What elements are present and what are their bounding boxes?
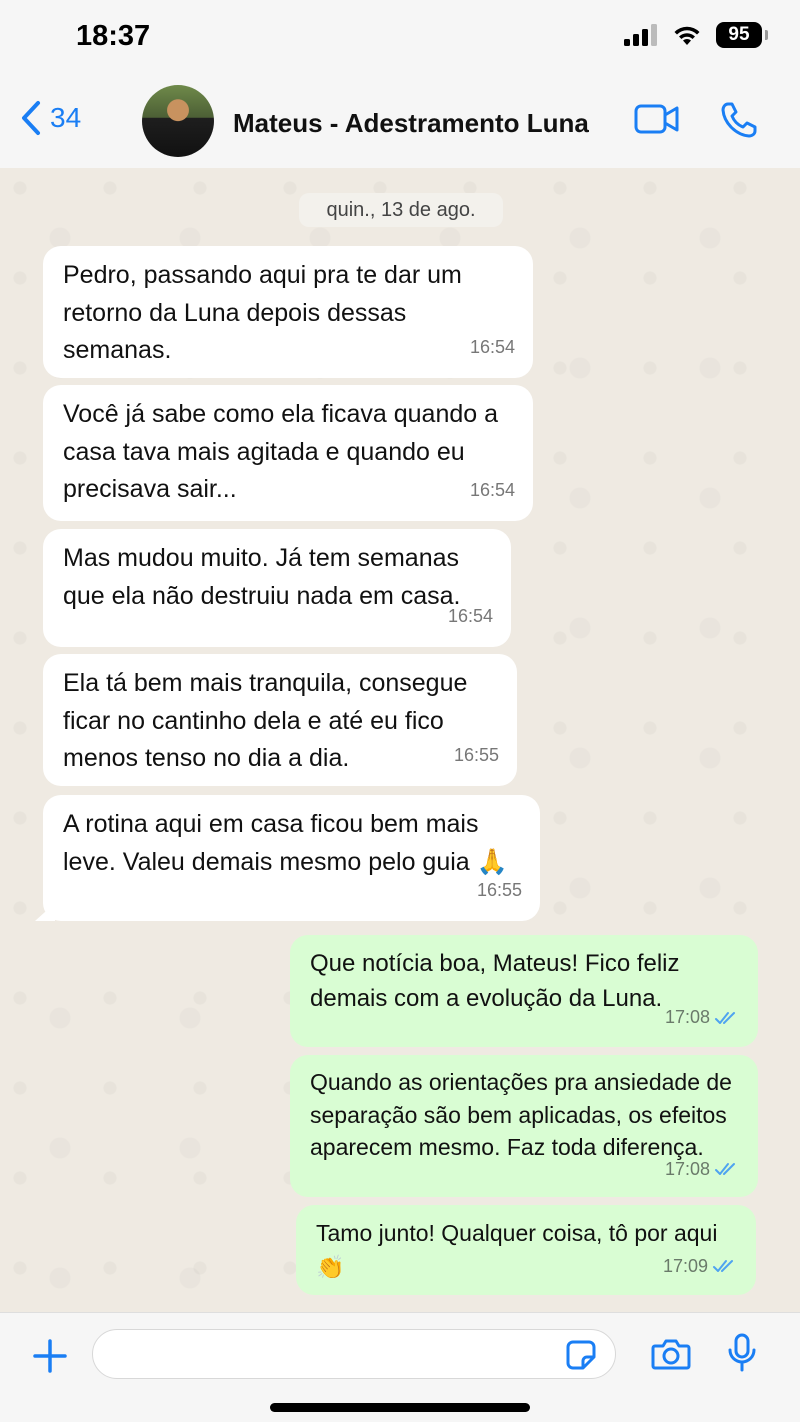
incoming-message[interactable]: Você já sabe como ela ficava quando a ca… [43, 385, 533, 521]
outgoing-message[interactable]: Que notícia boa, Mateus! Fico feliz dema… [290, 935, 758, 1047]
double-check-icon [715, 1162, 735, 1175]
sticker-icon[interactable] [565, 1339, 597, 1371]
avatar[interactable] [142, 85, 214, 157]
contact-name[interactable]: Mateus - Adestramento Luna [233, 108, 589, 139]
incoming-message[interactable]: Pedro, passando aqui pra te dar um retor… [43, 246, 533, 378]
whatsapp-chat-screen: 18:37 95 34 Mateus - Adestramento Luna q… [0, 0, 800, 1422]
camera-icon[interactable] [651, 1337, 691, 1371]
signal-icon [624, 24, 657, 46]
message-text: Tamo junto! Qualquer coisa, tô por aqui … [316, 1220, 718, 1280]
message-time: 16:55 [453, 744, 499, 765]
message-text: A rotina aqui em casa ficou bem mais lev… [63, 810, 508, 876]
message-time: 17:08 [664, 1007, 710, 1027]
status-time: 18:37 [76, 20, 151, 52]
date-separator: quin., 13 de ago. [299, 193, 503, 227]
message-text: Que notícia boa, Mateus! Fico feliz dema… [310, 950, 680, 1012]
double-check-icon [713, 1260, 733, 1272]
message-text: Quando as orientações pra ansiedade de s… [310, 1069, 732, 1160]
outgoing-message[interactable]: Quando as orientações pra ansiedade de s… [290, 1055, 758, 1197]
message-text: Pedro, passando aqui pra te dar um retor… [63, 261, 462, 364]
double-check-icon [715, 1011, 735, 1024]
unread-count: 34 [50, 102, 82, 133]
message-text: Ela tá bem mais tranquila, consegue fica… [63, 669, 468, 772]
message-time: 17:09 [662, 1256, 708, 1276]
message-text: Mas mudou muito. Já tem semanas que ela … [63, 544, 461, 610]
battery-icon: 95 [716, 22, 768, 48]
message-time: 17:08 [664, 1158, 710, 1179]
message-input[interactable] [92, 1329, 616, 1379]
message-time: 16:54 [469, 479, 515, 500]
microphone-icon[interactable] [727, 1333, 757, 1373]
phone-icon[interactable] [720, 101, 758, 139]
home-indicator [270, 1403, 530, 1412]
message-text: Você já sabe como ela ficava quando a ca… [63, 400, 499, 503]
incoming-message[interactable]: Ela tá bem mais tranquila, consegue fica… [43, 654, 517, 786]
message-time-block: 17:09 [663, 1249, 738, 1283]
message-time-block: 17:08 [665, 1000, 740, 1035]
message-time: 16:54 [447, 605, 493, 626]
message-input-bar [0, 1312, 800, 1422]
status-bar: 18:37 95 [0, 0, 800, 76]
status-icons: 95 [624, 22, 768, 48]
message-time: 16:54 [469, 336, 515, 357]
message-time-block: 17:08 [665, 1153, 740, 1186]
chat-header: 34 Mateus - Adestramento Luna [0, 76, 800, 169]
video-call-icon[interactable] [634, 103, 680, 135]
outgoing-message[interactable]: Tamo junto! Qualquer coisa, tô por aqui … [296, 1205, 756, 1295]
back-button[interactable]: 34 [20, 100, 81, 136]
back-chevron-icon [22, 101, 40, 135]
incoming-message[interactable]: A rotina aqui em casa ficou bem mais lev… [43, 795, 540, 921]
chat-area[interactable]: quin., 13 de ago. Pedro, passando aqui p… [0, 168, 800, 1312]
message-time: 16:55 [476, 879, 522, 900]
plus-icon[interactable] [33, 1339, 67, 1373]
wifi-icon [674, 26, 700, 45]
incoming-message[interactable]: Mas mudou muito. Já tem semanas que ela … [43, 529, 511, 647]
